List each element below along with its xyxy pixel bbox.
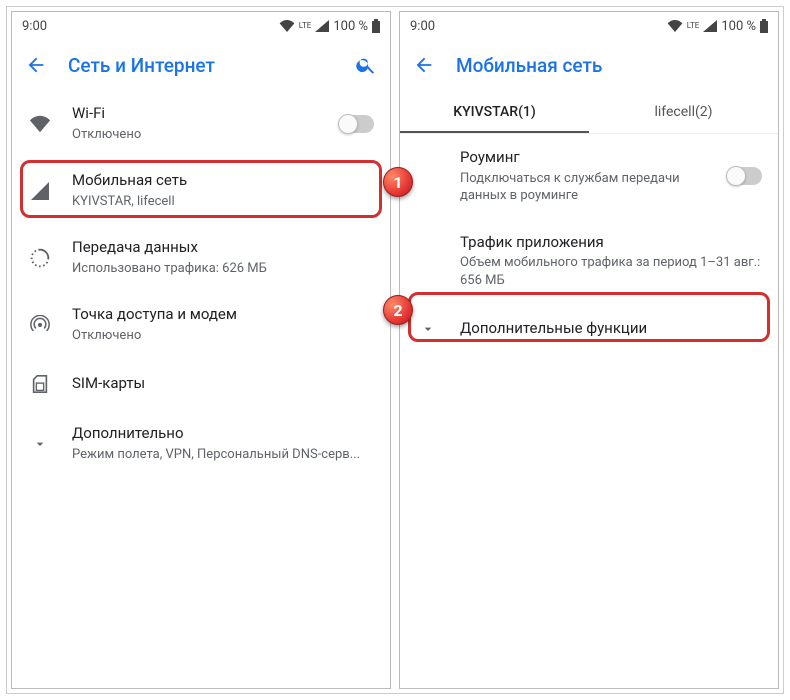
- lte-label: LTE: [687, 22, 700, 30]
- item-title: Дополнительно: [72, 424, 374, 444]
- item-title: Роуминг: [460, 148, 708, 168]
- wifi-icon: [28, 112, 52, 136]
- app-bar: Сеть и Интернет: [12, 40, 390, 90]
- list-item-roaming[interactable]: Роуминг Подключаться к службам передачи …: [400, 134, 778, 219]
- list-item-data-usage[interactable]: Передача данных Использовано трафика: 62…: [12, 224, 390, 291]
- data-usage-icon: [28, 246, 52, 270]
- page-title: Мобильная сеть: [456, 54, 766, 77]
- wifi-icon: [667, 20, 683, 32]
- list-item-app-traffic[interactable]: Трафик приложения Объем мобильного трафи…: [400, 219, 778, 304]
- sim-icon: [28, 372, 52, 396]
- chevron-down-icon: [416, 317, 440, 341]
- settings-list: Wi-Fi Отключено Мобильная сеть KYIVSTAR,…: [12, 90, 390, 477]
- list-item-hotspot[interactable]: Точка доступа и модем Отключено: [12, 291, 390, 358]
- signal-icon: [315, 20, 329, 32]
- list-item-advanced[interactable]: Дополнительно Режим полета, VPN, Персона…: [12, 410, 390, 477]
- tab-sim-1[interactable]: KYIVSTAR(1): [400, 90, 589, 133]
- item-subtitle: Отключено: [72, 126, 320, 144]
- step-badge-1: 1: [383, 167, 413, 197]
- status-indicators: LTE 100 %: [667, 19, 768, 34]
- phone-left: 9:00 LTE 100 % Сеть и Интернет: [11, 11, 391, 689]
- roaming-toggle[interactable]: [728, 167, 762, 185]
- item-title: Точка доступа и модем: [72, 305, 374, 325]
- battery-icon: [760, 19, 768, 33]
- hotspot-icon: [28, 313, 52, 337]
- item-subtitle: Использовано трафика: 626 МБ: [72, 260, 374, 278]
- tab-sim-2[interactable]: lifecell(2): [589, 90, 778, 133]
- item-title: Wi-Fi: [72, 104, 320, 124]
- item-subtitle: Отключено: [72, 327, 374, 345]
- status-bar: 9:00 LTE 100 %: [400, 12, 778, 40]
- battery-icon: [372, 19, 380, 33]
- battery-label: 100 %: [721, 19, 756, 34]
- back-button[interactable]: [24, 53, 48, 77]
- status-time: 9:00: [410, 19, 435, 34]
- item-subtitle: Объем мобильного трафика за период 1–31 …: [460, 254, 762, 289]
- app-bar: Мобильная сеть: [400, 40, 778, 90]
- item-subtitle: Подключаться к службам передачи данных в…: [460, 170, 708, 205]
- step-badge-2: 2: [383, 295, 413, 325]
- signal-icon: [28, 179, 52, 203]
- wifi-toggle[interactable]: [340, 115, 374, 133]
- sim-tabs: KYIVSTAR(1) lifecell(2): [400, 90, 778, 134]
- status-time: 9:00: [22, 19, 47, 34]
- list-item-sim[interactable]: SIM-карты: [12, 358, 390, 410]
- list-item-mobile-network[interactable]: Мобильная сеть KYIVSTAR, lifecell: [12, 157, 390, 224]
- chevron-down-icon: [28, 432, 52, 456]
- mobile-network-list: Роуминг Подключаться к службам передачи …: [400, 134, 778, 355]
- page-title: Сеть и Интернет: [68, 54, 334, 77]
- item-subtitle: KYIVSTAR, lifecell: [72, 193, 374, 211]
- back-button[interactable]: [412, 53, 436, 77]
- list-item-additional-functions[interactable]: Дополнительные функции: [400, 303, 778, 355]
- signal-icon: [703, 20, 717, 32]
- item-subtitle: Режим полета, VPN, Персональный DNS-серв…: [72, 446, 374, 464]
- phone-right: 9:00 LTE 100 % Мобильная сеть: [399, 11, 779, 689]
- status-indicators: LTE 100 %: [279, 19, 380, 34]
- item-title: Дополнительные функции: [460, 319, 762, 339]
- wifi-icon: [279, 20, 295, 32]
- item-title: Трафик приложения: [460, 233, 762, 253]
- item-title: Передача данных: [72, 238, 374, 258]
- list-item-wifi[interactable]: Wi-Fi Отключено: [12, 90, 390, 157]
- lte-label: LTE: [299, 22, 312, 30]
- status-bar: 9:00 LTE 100 %: [12, 12, 390, 40]
- search-button[interactable]: [354, 53, 378, 77]
- item-title: SIM-карты: [72, 374, 374, 394]
- battery-label: 100 %: [333, 19, 368, 34]
- item-title: Мобильная сеть: [72, 171, 374, 191]
